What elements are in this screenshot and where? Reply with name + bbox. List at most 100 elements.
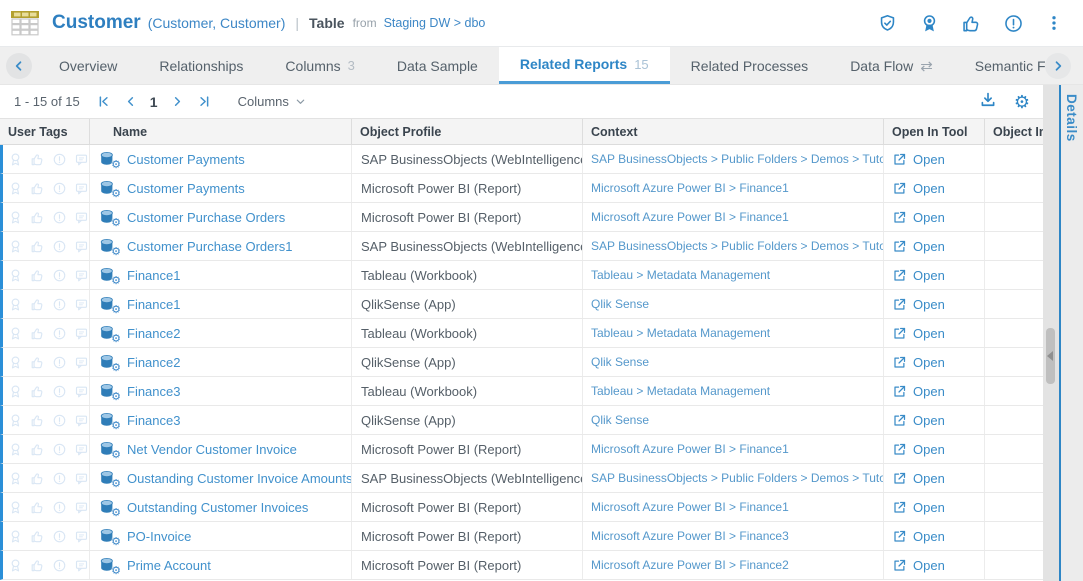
table-row[interactable]: ⚙ PO-Invoice Microsoft Power BI (Report)… [0, 522, 1043, 551]
next-page-icon[interactable] [170, 94, 185, 109]
thumbs-up-icon[interactable] [30, 529, 45, 544]
columns-dropdown[interactable]: Columns [238, 94, 306, 109]
open-in-tool-link[interactable]: Open [884, 239, 945, 254]
medal-icon[interactable] [8, 326, 23, 341]
context-link[interactable]: Tableau > Metadata Management [583, 326, 770, 340]
open-in-tool-link[interactable]: Open [884, 181, 945, 196]
comment-icon[interactable] [74, 529, 89, 544]
report-name-link[interactable]: Customer Payments [127, 181, 245, 196]
open-in-tool-link[interactable]: Open [884, 558, 945, 573]
thumbs-up-icon[interactable] [30, 152, 45, 167]
download-icon[interactable] [979, 91, 997, 112]
comment-icon[interactable] [74, 355, 89, 370]
comment-icon[interactable] [74, 558, 89, 573]
context-link[interactable]: Microsoft Azure Power BI > Finance1 [583, 500, 789, 514]
thumbs-up-icon[interactable] [30, 442, 45, 457]
open-in-tool-link[interactable]: Open [884, 471, 945, 486]
comment-icon[interactable] [74, 500, 89, 515]
thumbs-up-icon[interactable] [30, 413, 45, 428]
context-link[interactable]: Microsoft Azure Power BI > Finance2 [583, 558, 789, 572]
table-row[interactable]: ⚙ Finance1 QlikSense (App) Qlik Sense Op… [0, 290, 1043, 319]
comment-icon[interactable] [74, 268, 89, 283]
last-page-icon[interactable] [197, 94, 212, 109]
shield-check-icon[interactable] [877, 13, 898, 34]
open-in-tool-link[interactable]: Open [884, 210, 945, 225]
thumbs-up-icon[interactable] [30, 239, 45, 254]
alert-icon[interactable] [52, 181, 67, 196]
context-link[interactable]: Qlik Sense [583, 297, 649, 311]
medal-icon[interactable] [8, 297, 23, 312]
table-row[interactable]: ⚙ Outstanding Customer Invoices Microsof… [0, 493, 1043, 522]
comment-icon[interactable] [74, 471, 89, 486]
tab-data-sample[interactable]: Data Sample [376, 47, 499, 84]
report-name-link[interactable]: Finance1 [127, 297, 180, 312]
thumbs-up-icon[interactable] [30, 558, 45, 573]
context-link[interactable]: SAP BusinessObjects > Public Folders > D… [583, 239, 884, 253]
medal-icon[interactable] [8, 268, 23, 283]
comment-icon[interactable] [74, 181, 89, 196]
context-link[interactable]: Microsoft Azure Power BI > Finance1 [583, 210, 789, 224]
table-row[interactable]: ⚙ Customer Purchase Orders Microsoft Pow… [0, 203, 1043, 232]
report-name-link[interactable]: Customer Purchase Orders1 [127, 239, 292, 254]
open-in-tool-link[interactable]: Open [884, 297, 945, 312]
alert-icon[interactable] [52, 326, 67, 341]
context-link[interactable]: Microsoft Azure Power BI > Finance3 [583, 529, 789, 543]
alert-icon[interactable] [52, 471, 67, 486]
context-link[interactable]: SAP BusinessObjects > Public Folders > D… [583, 152, 884, 166]
alert-circle-icon[interactable] [1003, 13, 1024, 34]
medal-icon[interactable] [8, 471, 23, 486]
details-panel-tab[interactable]: Details [1061, 85, 1083, 581]
table-row[interactable]: ⚙ Prime Account Microsoft Power BI (Repo… [0, 551, 1043, 580]
report-name-link[interactable]: PO-Invoice [127, 529, 191, 544]
tab-related-reports[interactable]: Related Reports 15 [499, 47, 670, 84]
table-row[interactable]: ⚙ Finance3 QlikSense (App) Qlik Sense Op… [0, 406, 1043, 435]
medal-icon[interactable] [8, 558, 23, 573]
table-row[interactable]: ⚙ Oustanding Customer Invoice Amounts SA… [0, 464, 1043, 493]
tab-data-flow[interactable]: Data Flow ⇄ [829, 47, 954, 84]
comment-icon[interactable] [74, 384, 89, 399]
column-header-context[interactable]: Context [583, 119, 884, 144]
open-in-tool-link[interactable]: Open [884, 384, 945, 399]
context-link[interactable]: Tableau > Metadata Management [583, 384, 770, 398]
column-header-open-in-tool[interactable]: Open In Tool [884, 119, 985, 144]
comment-icon[interactable] [74, 152, 89, 167]
report-name-link[interactable]: Finance3 [127, 384, 180, 399]
context-link[interactable]: Microsoft Azure Power BI > Finance1 [583, 442, 789, 456]
medal-icon[interactable] [8, 239, 23, 254]
medal-icon[interactable] [8, 210, 23, 225]
table-row[interactable]: ⚙ Customer Payments Microsoft Power BI (… [0, 174, 1043, 203]
tabs-scroll-left-icon[interactable] [6, 53, 32, 79]
thumbs-up-icon[interactable] [30, 210, 45, 225]
certified-badge-icon[interactable] [919, 13, 940, 34]
table-row[interactable]: ⚙ Finance2 Tableau (Workbook) Tableau > … [0, 319, 1043, 348]
medal-icon[interactable] [8, 384, 23, 399]
comment-icon[interactable] [74, 442, 89, 457]
alert-icon[interactable] [52, 239, 67, 254]
medal-icon[interactable] [8, 181, 23, 196]
table-row[interactable]: ⚙ Customer Payments SAP BusinessObjects … [0, 145, 1043, 174]
table-row[interactable]: ⚙ Customer Purchase Orders1 SAP Business… [0, 232, 1043, 261]
table-row[interactable]: ⚙ Finance3 Tableau (Workbook) Tableau > … [0, 377, 1043, 406]
context-link[interactable]: Qlik Sense [583, 413, 649, 427]
alert-icon[interactable] [52, 558, 67, 573]
report-name-link[interactable]: Finance2 [127, 326, 180, 341]
context-link[interactable]: SAP BusinessObjects > Public Folders > D… [583, 471, 884, 485]
open-in-tool-link[interactable]: Open [884, 326, 945, 341]
report-name-link[interactable]: Finance2 [127, 355, 180, 370]
alert-icon[interactable] [52, 500, 67, 515]
medal-icon[interactable] [8, 500, 23, 515]
thumbs-up-icon[interactable] [30, 471, 45, 486]
thumbs-up-icon[interactable] [30, 297, 45, 312]
first-page-icon[interactable] [96, 94, 111, 109]
table-row[interactable]: ⚙ Net Vendor Customer Invoice Microsoft … [0, 435, 1043, 464]
open-in-tool-link[interactable]: Open [884, 413, 945, 428]
medal-icon[interactable] [8, 152, 23, 167]
more-menu-icon[interactable] [1045, 13, 1063, 33]
tab-columns[interactable]: Columns 3 [264, 47, 375, 84]
report-name-link[interactable]: Customer Payments [127, 152, 245, 167]
column-header-object-profile[interactable]: Object Profile [352, 119, 583, 144]
open-in-tool-link[interactable]: Open [884, 268, 945, 283]
thumbs-up-icon[interactable] [30, 355, 45, 370]
thumbs-up-icon[interactable] [30, 326, 45, 341]
column-header-name[interactable]: Name [90, 119, 352, 144]
